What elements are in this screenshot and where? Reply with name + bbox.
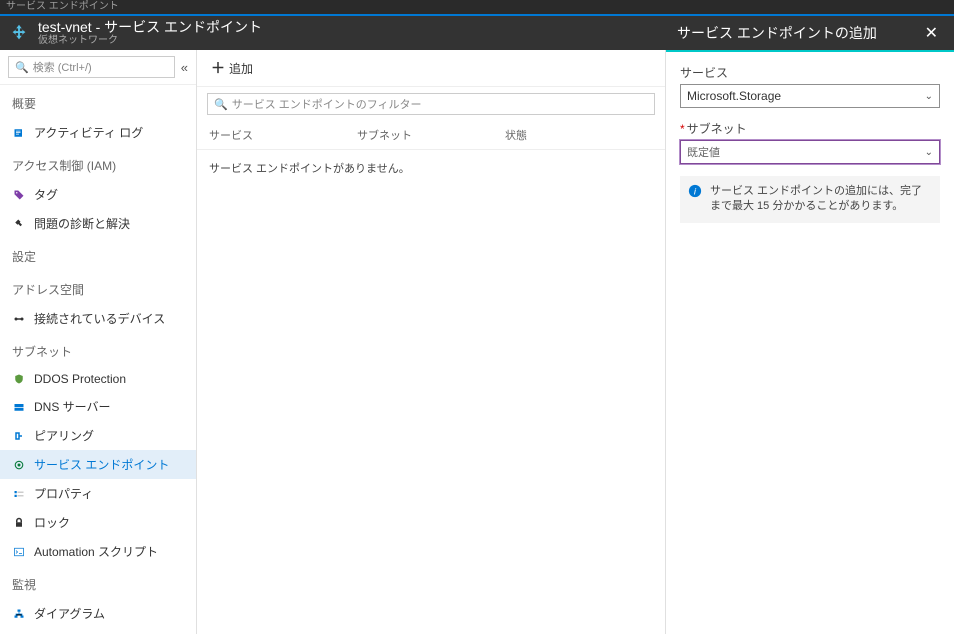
col-subnet: サブネット <box>357 127 505 143</box>
nav-section-label: 監視 <box>0 566 196 599</box>
required-mark: * <box>680 122 685 136</box>
endpoints-icon <box>12 458 26 472</box>
nav-item-label: アクティビティ ログ <box>34 124 143 141</box>
service-value: Microsoft.Storage <box>687 89 781 103</box>
service-label: サービス <box>680 64 940 81</box>
search-icon: 🔍 <box>15 61 29 74</box>
subnet-label: *サブネット <box>680 120 940 137</box>
tag-icon <box>12 188 26 202</box>
page-title: test-vnet - サービス エンドポイント <box>38 20 262 35</box>
table-empty-text: サービス エンドポイントがありません。 <box>197 150 665 186</box>
add-button[interactable]: ＋ 追加 <box>207 56 257 80</box>
page-subtitle: 仮想ネットワーク <box>38 35 262 46</box>
plus-icon: ＋ <box>211 58 225 78</box>
filter-input[interactable]: 🔍 サービス エンドポイントのフィルター <box>207 93 655 115</box>
subnet-placeholder: 既定値 <box>687 144 720 160</box>
search-placeholder: 検索 (Ctrl+/) <box>33 59 92 75</box>
nav-item-devices[interactable]: 接続されているデバイス <box>0 304 196 333</box>
nav-item-label: 接続されているデバイス <box>34 310 165 327</box>
nav-item-diagnose[interactable]: 問題の診断と解決 <box>0 209 196 238</box>
diagnose-icon <box>12 217 26 231</box>
peering-icon <box>12 429 26 443</box>
col-state: 状態 <box>505 127 653 143</box>
automation-icon <box>12 545 26 559</box>
close-icon[interactable]: ✕ <box>921 19 942 47</box>
nav-item-label: タグ <box>34 186 58 203</box>
nav-item-label: プロパティ <box>34 485 93 502</box>
col-service: サービス <box>209 127 357 143</box>
lock-icon <box>12 516 26 530</box>
nav-item-label: 問題の診断と解決 <box>34 215 130 232</box>
nav-item-label: DDOS Protection <box>34 372 126 386</box>
nav-item-label: ピアリング <box>34 427 94 444</box>
nav-item-props[interactable]: プロパティ <box>0 479 196 508</box>
add-label: 追加 <box>229 60 253 77</box>
nav-item-label: ロック <box>34 514 70 531</box>
nav-item-address[interactable]: アドレス空間 <box>0 271 196 304</box>
nav-item-label: サービス エンドポイント <box>34 456 169 473</box>
nav-item-label: Automation スクリプト <box>34 543 158 560</box>
devices-icon <box>12 312 26 326</box>
breadcrumb: サービス エンドポイント <box>0 0 954 14</box>
chevron-down-icon: ⌄ <box>925 147 933 158</box>
chevron-down-icon: ⌄ <box>925 91 933 102</box>
nav-item-activity[interactable]: アクティビティ ログ <box>0 118 196 147</box>
nav-item-overview[interactable]: 概要 <box>0 85 196 118</box>
info-icon: i <box>688 184 702 198</box>
props-icon <box>12 487 26 501</box>
service-select[interactable]: Microsoft.Storage ⌄ <box>680 84 940 108</box>
nav-item-dns[interactable]: DNS サーバー <box>0 392 196 421</box>
nav-item-tag[interactable]: タグ <box>0 180 196 209</box>
nav-item-lock[interactable]: ロック <box>0 508 196 537</box>
nav-section-label: 設定 <box>0 238 196 271</box>
info-text: サービス エンドポイントの追加には、完了まで最大 15 分かかることがあります。 <box>710 184 932 215</box>
diagram-icon <box>12 607 26 621</box>
nav-item-ddos[interactable]: DDOS Protection <box>0 366 196 392</box>
vnet-icon <box>8 22 30 44</box>
nav-item-subnets[interactable]: サブネット <box>0 333 196 366</box>
subnet-select[interactable]: 既定値 ⌄ <box>680 140 940 164</box>
nav-item-endpoints[interactable]: サービス エンドポイント <box>0 450 196 479</box>
nav-item-automation[interactable]: Automation スクリプト <box>0 537 196 566</box>
ddos-icon <box>12 372 26 386</box>
nav-item-label: DNS サーバー <box>34 398 111 415</box>
nav-item-peering[interactable]: ピアリング <box>0 421 196 450</box>
dns-icon <box>12 400 26 414</box>
nav-item-label: ダイアグラム <box>34 605 105 622</box>
table-header: サービス サブネット 状態 <box>197 121 665 150</box>
panel-title: サービス エンドポイントの追加 <box>677 23 877 43</box>
info-message: i サービス エンドポイントの追加には、完了まで最大 15 分かかることがありま… <box>680 176 940 223</box>
search-icon: 🔍 <box>214 98 228 111</box>
panel-header: サービス エンドポイントの追加 ✕ <box>665 16 954 50</box>
activity-icon <box>12 126 26 140</box>
nav-item-iam[interactable]: アクセス制御 (IAM) <box>0 147 196 180</box>
sidebar: 🔍 検索 (Ctrl+/) « 概要アクティビティ ログアクセス制御 (IAM)… <box>0 50 197 634</box>
nav-item-diagram[interactable]: ダイアグラム <box>0 599 196 628</box>
collapse-icon[interactable]: « <box>181 60 188 75</box>
filter-placeholder: サービス エンドポイントのフィルター <box>232 96 422 112</box>
search-input[interactable]: 🔍 検索 (Ctrl+/) <box>8 56 175 78</box>
